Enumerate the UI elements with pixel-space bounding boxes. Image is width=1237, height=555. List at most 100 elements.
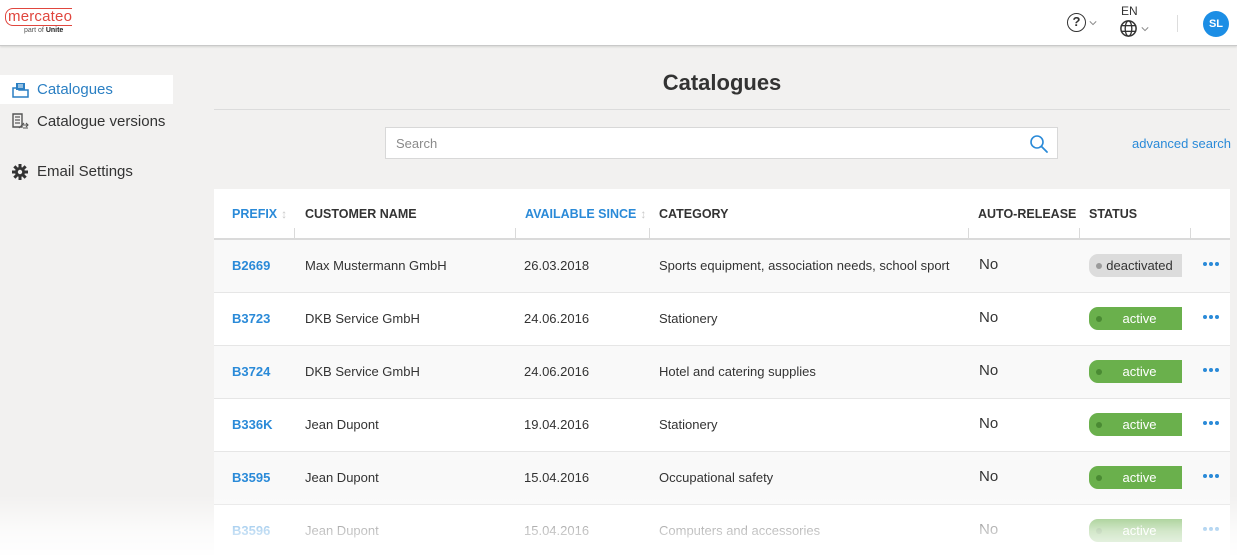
category: Sports equipment, association needs, sch… <box>659 258 950 273</box>
table-row[interactable]: B2669 Max Mustermann GmbH 26.03.2018 Sports… <box>214 240 1230 293</box>
more-actions-icon[interactable] <box>1203 415 1219 431</box>
column-divider <box>1079 228 1080 238</box>
status-dot-icon <box>1096 263 1102 269</box>
column-header-available-since[interactable]: AVAILABLE SINCE ↕ <box>525 207 646 221</box>
scrollbar-track[interactable] <box>1230 189 1237 555</box>
column-divider <box>294 228 295 238</box>
customer-name: DKB Service GmbH <box>305 311 420 326</box>
column-label: CUSTOMER NAME <box>305 207 417 221</box>
available-since: 15.04.2016 <box>524 470 590 485</box>
customer-name: DKB Service GmbH <box>305 364 420 379</box>
chevron-down-icon <box>1141 26 1149 31</box>
category: Stationery <box>659 417 718 432</box>
search-input[interactable] <box>386 128 1006 158</box>
prefix-link[interactable]: B2669 <box>232 258 270 273</box>
available-since: 24.06.2016 <box>524 311 590 326</box>
language-code: EN <box>1121 4 1138 18</box>
more-actions-icon[interactable] <box>1203 521 1219 537</box>
prefix-link[interactable]: B3723 <box>232 311 270 326</box>
user-avatar[interactable]: SL <box>1203 11 1229 37</box>
status-badge: active <box>1089 307 1182 330</box>
more-actions-icon[interactable] <box>1203 309 1219 325</box>
sort-icon: ↕ <box>281 207 288 221</box>
language-menu-button[interactable]: EN <box>1119 5 1149 38</box>
advanced-search-link[interactable]: advanced search <box>1132 136 1231 151</box>
auto-release: No <box>979 309 999 326</box>
status-badge: active <box>1089 360 1182 383</box>
available-since: 15.04.2016 <box>524 523 590 538</box>
category: Occupational safety <box>659 470 774 485</box>
column-label: CATEGORY <box>659 207 729 221</box>
more-actions-icon[interactable] <box>1203 362 1219 378</box>
globe-icon <box>1120 20 1137 37</box>
chevron-down-icon <box>1089 20 1097 25</box>
mercateo-logo[interactable]: mercateo part of Unite <box>5 8 73 35</box>
top-bar: mercateo part of Unite ? EN SL <box>0 0 1237 46</box>
sidebar-item-catalogues[interactable]: Catalogues <box>0 75 173 104</box>
column-label: STATUS <box>1089 207 1138 221</box>
column-label: AVAILABLE SINCE <box>525 207 637 221</box>
status-badge: active <box>1089 413 1182 436</box>
category: Hotel and catering supplies <box>659 364 816 379</box>
header-divider <box>1177 15 1178 32</box>
prefix-link[interactable]: B3724 <box>232 364 270 379</box>
sidebar-item-label: Catalogues <box>37 81 113 98</box>
more-actions-icon[interactable] <box>1203 256 1219 272</box>
status-label: active <box>1122 311 1157 326</box>
column-divider <box>515 228 516 238</box>
catalogues-table: PREFIX ↕ CUSTOMER NAME AVAILABLE SINCE ↕ C… <box>214 189 1230 555</box>
column-divider <box>968 228 969 238</box>
customer-name: Jean Dupont <box>305 470 379 485</box>
prefix-link[interactable]: B3595 <box>232 470 270 485</box>
status-label: deactivated <box>1106 258 1173 273</box>
prefix-link[interactable]: B3596 <box>232 523 270 538</box>
auto-release: No <box>979 362 999 379</box>
table-row[interactable]: B3723 DKB Service GmbH 24.06.2016 Stationer… <box>214 293 1230 346</box>
logo-wordmark: mercateo <box>5 8 73 26</box>
status-dot-icon <box>1096 475 1102 481</box>
table-row[interactable]: B3596 Jean Dupont 15.04.2016 Computers and … <box>214 505 1230 555</box>
status-label: active <box>1122 364 1157 379</box>
column-header-customer-name: CUSTOMER NAME <box>305 207 417 221</box>
sidebar-item-catalogue-versions[interactable]: Catalogue versions <box>0 107 173 136</box>
status-dot-icon <box>1096 316 1102 322</box>
table-row[interactable]: B336K Jean Dupont 19.04.2016 Stationery No ac… <box>214 399 1230 452</box>
status-label: active <box>1122 417 1157 432</box>
logo-sub-brand: Unite <box>45 27 64 34</box>
prefix-link[interactable]: B336K <box>232 417 272 432</box>
column-header-auto-release: AUTO-RELEASE <box>978 207 1076 221</box>
category: Stationery <box>659 311 718 326</box>
available-since: 19.04.2016 <box>524 417 590 432</box>
help-menu-button[interactable]: ? <box>1067 13 1097 32</box>
status-badge: active <box>1089 519 1182 542</box>
catalogue-versions-icon <box>11 113 29 131</box>
customer-name: Max Mustermann GmbH <box>305 258 447 273</box>
column-label: PREFIX <box>232 207 278 221</box>
status-dot-icon <box>1096 369 1102 375</box>
more-actions-icon[interactable] <box>1203 468 1219 484</box>
sidebar-item-label: Catalogue versions <box>37 113 166 130</box>
catalogue-icon <box>11 81 29 99</box>
sidebar-item-label: Email Settings <box>37 163 133 180</box>
auto-release: No <box>979 415 999 432</box>
available-since: 24.06.2016 <box>524 364 590 379</box>
column-divider <box>649 228 650 238</box>
search-icon[interactable] <box>1029 134 1049 154</box>
category: Computers and accessories <box>659 523 821 538</box>
sidebar-item-email-settings[interactable]: Email Settings <box>0 157 173 186</box>
status-dot-icon <box>1096 528 1102 534</box>
column-header-prefix[interactable]: PREFIX ↕ <box>232 207 287 221</box>
status-label: active <box>1122 523 1157 538</box>
column-divider <box>1190 228 1191 238</box>
table-row[interactable]: B3724 DKB Service GmbH 24.06.2016 Hotel and… <box>214 346 1230 399</box>
search-field <box>385 127 1058 159</box>
page-title: Catalogues <box>662 70 782 95</box>
table-row[interactable]: B3595 Jean Dupont 15.04.2016 Occupational s… <box>214 452 1230 505</box>
customer-name: Jean Dupont <box>305 523 379 538</box>
column-header-category: CATEGORY <box>659 207 728 221</box>
title-divider <box>214 109 1230 110</box>
gear-icon <box>11 163 29 181</box>
status-badge: active <box>1089 466 1182 489</box>
table-header: PREFIX ↕ CUSTOMER NAME AVAILABLE SINCE ↕ C… <box>214 189 1230 240</box>
available-since: 26.03.2018 <box>524 258 590 273</box>
